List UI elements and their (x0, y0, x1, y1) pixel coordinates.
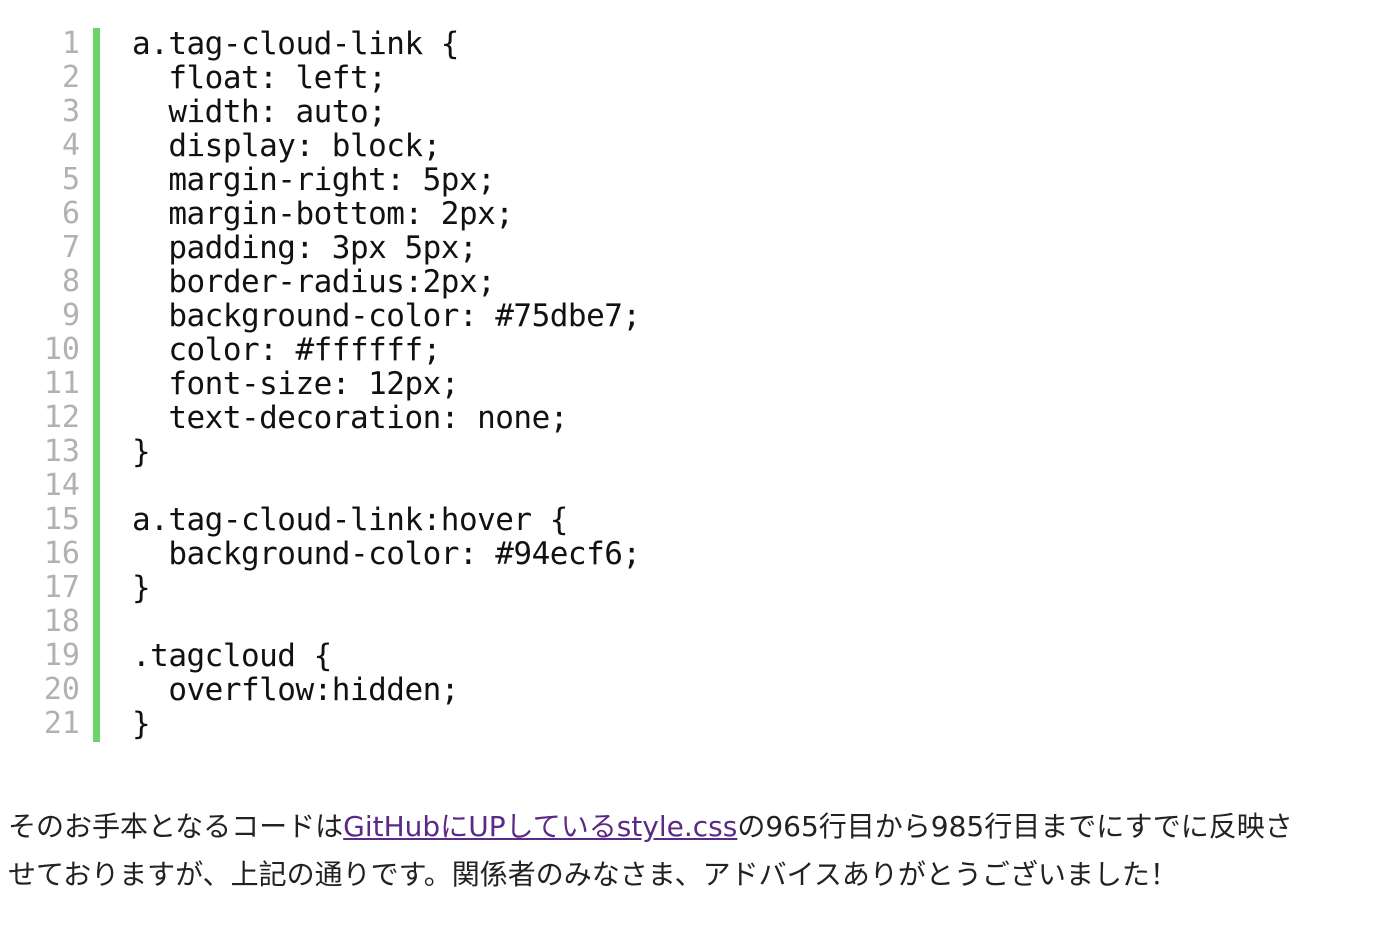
line-number: 17 (43, 570, 80, 605)
code-line: } (132, 706, 151, 742)
blog-post-page: 1 2 3 4 5 6 7 8 9 10 11 12 13 14 15 16 17 18 19 20 21 a.tag-… (0, 0, 1394, 944)
line-number: 19 (43, 638, 80, 673)
code-line: width: auto; (132, 94, 387, 130)
code-line: } (132, 434, 151, 470)
line-number: 13 (43, 434, 80, 469)
paragraph-text-before-link: そのお手本となるコードは (8, 810, 344, 843)
code-content: a.tag-cloud-link { float: left; width: a… (132, 27, 641, 741)
code-line: } (132, 570, 151, 606)
line-number: 8 (61, 264, 80, 299)
line-number: 16 (43, 536, 80, 571)
line-number: 7 (61, 230, 80, 265)
code-line: margin-bottom: 2px; (132, 196, 514, 232)
code-line: float: left; (132, 60, 387, 96)
line-number: 6 (61, 196, 80, 231)
gutter-accent-bar (93, 28, 100, 742)
line-number: 20 (43, 672, 80, 707)
code-line: .tagcloud { (132, 638, 332, 674)
line-number: 21 (43, 706, 80, 741)
code-line: background-color: #75dbe7; (132, 298, 641, 334)
code-line: margin-right: 5px; (132, 162, 496, 198)
line-number: 1 (61, 26, 80, 61)
code-line: text-decoration: none; (132, 400, 568, 436)
line-number: 18 (43, 604, 80, 639)
line-number: 9 (61, 298, 80, 333)
line-number: 10 (43, 332, 80, 367)
code-line: a.tag-cloud-link { (132, 26, 459, 62)
post-paragraph: そのお手本となるコードはGitHubにUPしているstyle.cssの965行目… (8, 803, 1298, 899)
code-line: background-color: #94ecf6; (132, 536, 641, 572)
line-number: 15 (43, 502, 80, 537)
code-line: padding: 3px 5px; (132, 230, 478, 266)
code-line: border-radius:2px; (132, 264, 496, 300)
line-number: 12 (43, 400, 80, 435)
line-number: 2 (61, 60, 80, 95)
line-number-gutter: 1 2 3 4 5 6 7 8 9 10 11 12 13 14 15 16 17 18 19 20 21 (0, 27, 80, 741)
code-line: display: block; (132, 128, 441, 164)
line-number: 11 (43, 366, 80, 401)
code-block: 1 2 3 4 5 6 7 8 9 10 11 12 13 14 15 16 17 18 19 20 21 a.tag-… (0, 27, 1394, 743)
github-style-css-link[interactable]: GitHubにUPしているstyle.css (343, 810, 737, 843)
line-number: 14 (43, 468, 80, 503)
code-line: font-size: 12px; (132, 366, 459, 402)
code-line: color: #ffffff; (132, 332, 441, 368)
code-line: a.tag-cloud-link:hover { (132, 502, 568, 538)
line-number: 5 (61, 162, 80, 197)
code-line: overflow:hidden; (132, 672, 459, 708)
line-number: 3 (61, 94, 80, 129)
line-number: 4 (61, 128, 80, 163)
